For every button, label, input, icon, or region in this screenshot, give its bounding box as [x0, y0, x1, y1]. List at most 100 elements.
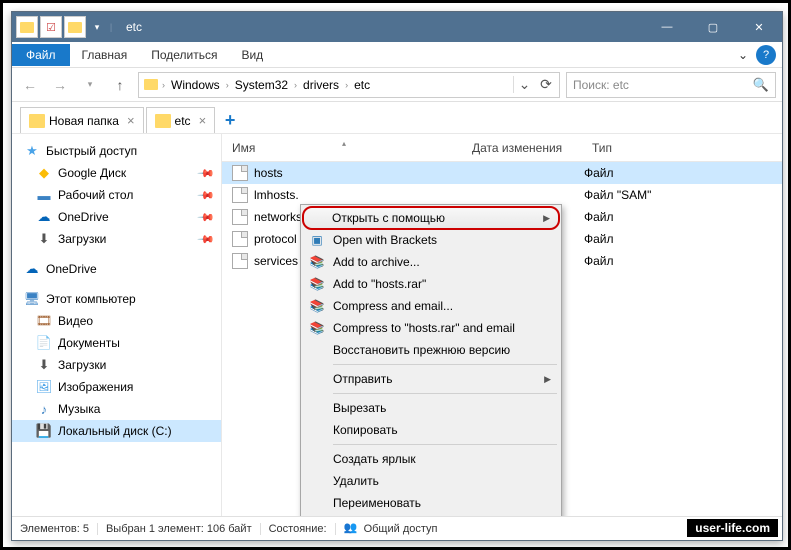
folder-tab[interactable]: Новая папка ×: [20, 107, 144, 133]
nav-pane[interactable]: ★Быстрый доступ ◆Google Диск📌 ▬Рабочий с…: [12, 134, 222, 516]
submenu-arrow-icon: ▶: [543, 213, 550, 224]
nav-history-icon[interactable]: ▾: [78, 73, 102, 97]
tab-close-icon[interactable]: ×: [123, 113, 135, 128]
menu-create-shortcut[interactable]: Создать ярлык: [303, 448, 559, 470]
col-name[interactable]: Имя▴: [222, 141, 462, 155]
col-date[interactable]: Дата изменения: [462, 141, 582, 155]
search-placeholder: Поиск: etc: [573, 78, 629, 92]
menu-restore-previous[interactable]: Восстановить прежнюю версию: [303, 339, 559, 361]
folder-icon[interactable]: [16, 16, 38, 38]
search-icon[interactable]: 🔍: [753, 77, 769, 93]
menu-copy[interactable]: Копировать: [303, 419, 559, 441]
breadcrumb-item[interactable]: etc: [349, 78, 375, 92]
menu-share[interactable]: Поделиться: [139, 44, 229, 66]
menu-compress-hosts-email[interactable]: 📚Compress to "hosts.rar" and email: [303, 317, 559, 339]
winrar-icon: 📚: [309, 298, 325, 314]
properties-icon[interactable]: ☑: [40, 16, 62, 38]
search-input[interactable]: Поиск: etc 🔍: [566, 72, 776, 98]
pictures-icon: 🖼: [36, 379, 52, 395]
status-bar: Элементов: 5 Выбран 1 элемент: 106 байт …: [12, 516, 782, 540]
pin-icon: 📌: [197, 208, 216, 227]
menu-home[interactable]: Главная: [70, 44, 140, 66]
tab-close-icon[interactable]: ×: [195, 113, 207, 128]
help-icon[interactable]: ?: [756, 45, 776, 65]
menu-view[interactable]: Вид: [229, 44, 275, 66]
menu-brackets[interactable]: ▣Open with Brackets: [303, 229, 559, 251]
sidebar-item-pictures[interactable]: 🖼Изображения: [12, 376, 221, 398]
file-icon: [232, 165, 248, 181]
ribbon-expand-icon[interactable]: ⌄: [730, 42, 756, 68]
sidebar-item-downloads[interactable]: ⬇Загрузки📌: [12, 228, 221, 250]
file-row[interactable]: hostsФайл: [222, 162, 782, 184]
window-title: etc: [118, 20, 142, 34]
address-dropdown-icon[interactable]: ⌄: [513, 76, 535, 93]
downloads-icon: ⬇: [36, 357, 52, 373]
breadcrumb-item[interactable]: System32: [230, 78, 293, 92]
sidebar-onedrive[interactable]: ☁OneDrive: [12, 258, 221, 280]
pin-icon: 📌: [197, 230, 216, 249]
status-shared: Общий доступ: [364, 523, 438, 535]
sidebar-item-localdisk[interactable]: 💾Локальный диск (C:): [12, 420, 221, 442]
breadcrumb[interactable]: › Windows › System32 › drivers › etc ⌄ ⟳: [138, 72, 560, 98]
breadcrumb-item[interactable]: Windows: [166, 78, 225, 92]
disk-icon: 💾: [36, 423, 52, 439]
sidebar-item-gdrive[interactable]: ◆Google Диск📌: [12, 162, 221, 184]
sidebar-item-onedrive[interactable]: ☁OneDrive📌: [12, 206, 221, 228]
refresh-icon[interactable]: ⟳: [535, 76, 557, 93]
gdrive-icon: ◆: [36, 165, 52, 181]
file-icon: [232, 231, 248, 247]
tab-label: Новая папка: [45, 114, 123, 128]
desktop-icon: ▬: [36, 187, 52, 203]
onedrive-icon: ☁: [24, 261, 40, 277]
file-icon: [232, 187, 248, 203]
winrar-icon: 📚: [309, 320, 325, 336]
minimize-button[interactable]: —: [644, 12, 690, 42]
nav-up-icon[interactable]: ↑: [108, 73, 132, 97]
file-list[interactable]: Имя▴ Дата изменения Тип hostsФайл lmhost…: [222, 134, 782, 516]
music-icon: ♪: [36, 401, 52, 417]
folder-icon: [29, 114, 45, 128]
winrar-icon: 📚: [309, 276, 325, 292]
winrar-icon: 📚: [309, 254, 325, 270]
file-icon: [232, 209, 248, 225]
menu-send-to[interactable]: Отправить▶: [303, 368, 559, 390]
menu-cut[interactable]: Вырезать: [303, 397, 559, 419]
menu-rename[interactable]: Переименовать: [303, 492, 559, 514]
sidebar-item-videos[interactable]: 🎞Видео: [12, 310, 221, 332]
video-icon: 🎞: [36, 313, 52, 329]
menu-add-hosts-rar[interactable]: 📚Add to "hosts.rar": [303, 273, 559, 295]
folder-tab[interactable]: etc ×: [146, 107, 216, 133]
file-row[interactable]: lmhosts.Файл "SAM": [222, 184, 782, 206]
sidebar-this-pc[interactable]: 🖥Этот компьютер: [12, 288, 221, 310]
sidebar-item-desktop[interactable]: ▬Рабочий стол📌: [12, 184, 221, 206]
col-type[interactable]: Тип: [582, 141, 782, 155]
menu-file[interactable]: Файл: [12, 44, 70, 66]
menu-add-archive[interactable]: 📚Add to archive...: [303, 251, 559, 273]
menu-open-with[interactable]: Открыть с помощью▶: [302, 206, 560, 230]
status-selection: Выбран 1 элемент: 106 байт: [106, 523, 261, 535]
context-menu: Открыть с помощью▶ ▣Open with Brackets 📚…: [300, 204, 562, 516]
sidebar-quick-access[interactable]: ★Быстрый доступ: [12, 140, 221, 162]
breadcrumb-item[interactable]: drivers: [298, 78, 344, 92]
tab-label: etc: [171, 114, 195, 128]
address-bar: ← → ▾ ↑ › Windows › System32 › drivers ›…: [12, 68, 782, 102]
menu-delete[interactable]: Удалить: [303, 470, 559, 492]
qat: ☑: [12, 14, 90, 40]
sidebar-item-downloads[interactable]: ⬇Загрузки: [12, 354, 221, 376]
menu-compress-email[interactable]: 📚Compress and email...: [303, 295, 559, 317]
new-tab-button[interactable]: +: [217, 107, 243, 133]
breadcrumb-folder-icon: [141, 76, 161, 94]
new-folder-icon[interactable]: [64, 16, 86, 38]
maximize-button[interactable]: ▢: [690, 12, 736, 42]
qat-dropdown-icon[interactable]: ▾: [90, 22, 104, 33]
brackets-icon: ▣: [309, 232, 325, 248]
titlebar[interactable]: ☑ ▾ | etc — ▢ ✕: [12, 12, 782, 42]
status-item-count: Элементов: 5: [20, 523, 98, 535]
sidebar-item-documents[interactable]: 📄Документы: [12, 332, 221, 354]
close-button[interactable]: ✕: [736, 12, 782, 42]
folder-icon: [155, 114, 171, 128]
pc-icon: 🖥: [24, 291, 40, 307]
nav-back-icon[interactable]: ←: [18, 73, 42, 97]
qat-sep: |: [104, 22, 118, 32]
sidebar-item-music[interactable]: ♪Музыка: [12, 398, 221, 420]
